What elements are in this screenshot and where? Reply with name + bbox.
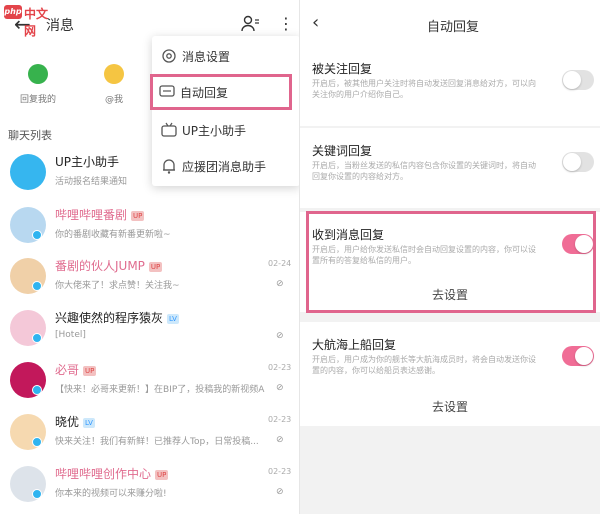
reply-icon — [28, 64, 48, 84]
gear-icon — [162, 49, 176, 63]
official-badge-icon — [32, 230, 42, 240]
chat-timestamp: 02-23 — [268, 363, 292, 372]
dropdown-menu: 消息设置 自动回复 UP主小助手 应援团消息助手 — [150, 36, 299, 186]
user-level-tag: UP — [155, 469, 169, 480]
bell-icon — [163, 159, 175, 174]
watermark-logo: php 中文网 — [4, 5, 49, 38]
quick-reply-me[interactable]: 回复我的 — [8, 60, 68, 105]
setting-desc: 开启后，被其他用户关注时将自动发送回复消息给对方，可以向关注你的用户介绍你自己。 — [312, 79, 536, 99]
page-title: 自动回复 — [427, 20, 480, 35]
official-badge-icon — [32, 333, 42, 343]
chat-name: UP主小助手 — [55, 153, 119, 170]
setting-desc: 开启后，用户成为你的舰长等大航海成员时，将会自动发送你设置的内容，你可以给船员表… — [312, 355, 536, 375]
at-icon — [104, 64, 124, 84]
user-level-tag: UP — [148, 261, 163, 272]
setting-title: 被关注回复 — [312, 62, 373, 76]
chat-name: 必哥 UP — [55, 361, 97, 378]
mute-icon: ⊘ — [276, 331, 284, 341]
back-chevron-icon[interactable]: ‹ — [312, 12, 319, 33]
official-badge-icon — [32, 437, 42, 447]
official-badge-icon — [32, 385, 42, 395]
tv-icon — [161, 122, 177, 137]
more-vertical-icon[interactable]: ⋮ — [278, 14, 294, 33]
user-level-tag: LV — [167, 313, 179, 324]
chat-name-text: 哔哩哔哩创作中心 — [55, 467, 152, 481]
auto-reply-header: ‹ 自动回复 — [300, 0, 600, 46]
official-badge-icon — [32, 281, 42, 291]
follow-reply-toggle[interactable] — [562, 70, 594, 90]
menu-fan-group-assistant[interactable]: 应援团消息助手 — [152, 148, 299, 184]
menu-auto-reply[interactable]: 自动回复 — [150, 74, 292, 110]
mute-icon: ⊘ — [276, 435, 284, 445]
chat-list-item[interactable]: 必哥 UP 【快来！必哥来更新！】在BIP了，投稿我的新视频A... 02-23 ⊘ — [0, 358, 299, 410]
chat-name-text: 兴趣使然的程序猿灰 — [55, 311, 164, 325]
quick-at-me[interactable]: @我 — [84, 60, 144, 105]
chat-name-text: 番剧的伙人JUMP — [55, 259, 145, 273]
chat-preview: 你的番剧收藏有新番更新啦~ — [55, 230, 171, 240]
messages-panel: ← 消息 ⋮ php 中文网 回复我的 @我 聊天列表 UP主小助手 活动报名结果… — [0, 0, 300, 514]
voyage-reply-settings-link[interactable]: 去设置 — [300, 398, 600, 415]
user-level-tag: UP — [83, 365, 97, 376]
chat-name: 哔哩哔哩番剧 UP — [55, 206, 145, 223]
auto-reply-panel: ‹ 自动回复 被关注回复 开启后，被其他用户关注时将自动发送回复消息给对方，可以… — [300, 0, 600, 514]
chat-name-text: 晓优 — [55, 415, 80, 429]
official-badge-icon — [32, 489, 42, 499]
chat-list-item[interactable]: 番剧的伙人JUMP UP 你大佬来了！求点赞！关注我~ 02-24 ⊘ — [0, 254, 299, 306]
chat-timestamp: 02-23 — [268, 415, 292, 424]
chat-name: 番剧的伙人JUMP UP — [55, 257, 163, 274]
user-level-tag: UP — [131, 210, 145, 221]
chat-preview: [Hotel] — [55, 330, 86, 340]
contacts-icon[interactable] — [240, 14, 260, 34]
chat-name-text: 必哥 — [55, 363, 80, 377]
chat-name-text: UP主小助手 — [55, 155, 120, 169]
chat-preview: 你大佬来了！求点赞！关注我~ — [55, 281, 180, 291]
chat-timestamp: 02-24 — [268, 259, 292, 268]
chat-name-text: 哔哩哔哩番剧 — [55, 208, 128, 222]
mute-icon: ⊘ — [276, 279, 284, 289]
setting-desc: 开启后，当粉丝发送的私信内容包含你设置的关键词时，将自动回复你设置的内容给对方。 — [312, 161, 536, 181]
chat-list-heading: 聊天列表 — [8, 129, 52, 142]
menu-up-assistant[interactable]: UP主小助手 — [152, 112, 299, 148]
chat-name: 晓优 LV — [55, 413, 95, 430]
chat-name: 兴趣使然的程序猿灰 LV — [55, 309, 179, 326]
chat-name: 哔哩哔哩创作中心 UP — [55, 465, 169, 482]
setting-title: 关键词回复 — [312, 144, 373, 158]
chat-bubble-icon — [159, 85, 175, 97]
voyage-reply-card: 大航海上船回复 开启后，用户成为你的舰长等大航海成员时，将会自动发送你设置的内容… — [300, 322, 600, 426]
chat-list-item[interactable]: 哔哩哔哩创作中心 UP 你本来的视频可以来赚分啦! 02-23 ⊘ — [0, 462, 299, 514]
mute-icon: ⊘ — [276, 487, 284, 497]
chat-preview: 你本来的视频可以来赚分啦! — [55, 489, 167, 499]
chat-preview: 【快来！必哥来更新！】在BIP了，投稿我的新视频A... — [55, 385, 265, 395]
mute-icon: ⊘ — [276, 383, 284, 393]
user-level-tag: LV — [83, 417, 95, 428]
chat-timestamp: 02-23 — [268, 467, 292, 476]
chat-list-item[interactable]: 兴趣使然的程序猿灰 LV [Hotel] ⊘ — [0, 306, 299, 358]
chat-list-item[interactable]: 晓优 LV 快来关注！我们有新鲜！已推荐人Top，日常投稿... 02-23 ⊘ — [0, 410, 299, 462]
keyword-reply-toggle[interactable] — [562, 152, 594, 172]
avatar — [10, 154, 46, 190]
voyage-reply-toggle[interactable] — [562, 346, 594, 366]
follow-reply-card: 被关注回复 开启后，被其他用户关注时将自动发送回复消息给对方，可以向关注你的用户… — [300, 46, 600, 126]
setting-title: 大航海上船回复 — [312, 338, 397, 352]
menu-message-settings[interactable]: 消息设置 — [152, 38, 299, 74]
chat-preview: 快来关注！我们有新鲜！已推荐人Top，日常投稿... — [55, 437, 259, 447]
chat-list-item[interactable]: 哔哩哔哩番剧 UP 你的番剧收藏有新番更新啦~ — [0, 203, 299, 255]
highlight-box — [306, 211, 596, 313]
keyword-reply-card: 关键词回复 开启后，当粉丝发送的私信内容包含你设置的关键词时，将自动回复你设置的… — [300, 128, 600, 208]
